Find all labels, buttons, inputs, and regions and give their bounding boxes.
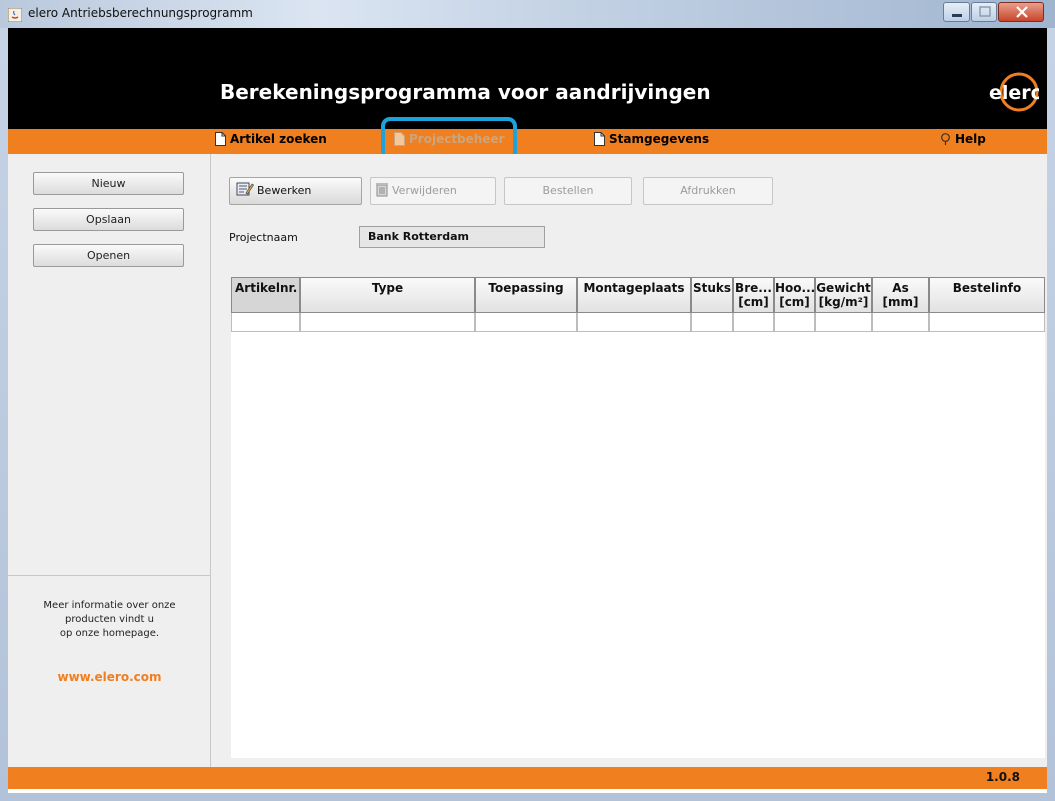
- nav-label: Artikel zoeken: [230, 132, 327, 146]
- column-header-label: Montageplaats: [583, 281, 685, 295]
- help-icon: [940, 133, 951, 149]
- application-window: elero Antriebsberechnungsprogramm Bereke…: [0, 0, 1055, 801]
- column-header-label: Artikelnr.: [235, 281, 298, 295]
- column-header-unit: [kg/m²]: [818, 295, 869, 309]
- java-app-icon: [7, 7, 23, 23]
- page-icon: [594, 132, 605, 149]
- table-cell[interactable]: [815, 313, 872, 332]
- version-label: 1.0.8: [985, 770, 1020, 784]
- homepage-info: Meer informatie over onze producten vind…: [8, 599, 211, 641]
- column-header-label: Stuks: [692, 281, 732, 295]
- elero-logo: elero: [987, 72, 1044, 116]
- website-link[interactable]: www.elero.com: [8, 670, 211, 684]
- page-icon: [215, 132, 226, 149]
- order-button[interactable]: Bestellen: [504, 177, 632, 205]
- project-panel: Bewerken Verwijderen Bestellen Afdrukken…: [211, 154, 1047, 767]
- column-header-unit: [mm]: [882, 295, 919, 309]
- delete-button[interactable]: Verwijderen: [370, 177, 496, 205]
- column-header-toepassing[interactable]: Toepassing: [475, 277, 577, 313]
- column-header-label: Bestelinfo: [952, 281, 1022, 295]
- table-cell[interactable]: [577, 313, 691, 332]
- column-header-type[interactable]: Type: [300, 277, 475, 313]
- column-header-unit: [cm]: [738, 295, 769, 309]
- nav-label: Projectbeheer: [409, 132, 505, 146]
- column-header-montageplaats[interactable]: Montageplaats: [577, 277, 691, 313]
- column-header-artikelnr[interactable]: Artikelnr.: [231, 277, 300, 313]
- column-header-as[interactable]: As [mm]: [872, 277, 929, 313]
- column-header-label: Gewicht: [816, 281, 871, 295]
- window-title: elero Antriebsberechnungsprogramm: [28, 6, 253, 20]
- column-header-label: Bre...: [735, 281, 772, 295]
- page-icon: [394, 132, 405, 149]
- column-header-breedte[interactable]: Bre... [cm]: [733, 277, 774, 313]
- delete-icon: [375, 181, 389, 207]
- title-bar[interactable]: elero Antriebsberechnungsprogramm: [0, 0, 1055, 28]
- main-nav: Artikel zoeken Projectbeheer Stamgegeven…: [8, 129, 1047, 154]
- nav-label: Help: [955, 132, 986, 146]
- sidebar-divider: [8, 575, 211, 576]
- table-cell[interactable]: [929, 313, 1045, 332]
- close-button[interactable]: [998, 2, 1044, 22]
- save-button[interactable]: Opslaan: [33, 208, 184, 231]
- column-header-label: Hoo...: [775, 281, 815, 295]
- maximize-button[interactable]: [971, 2, 997, 22]
- column-header-stuks[interactable]: Stuks: [691, 277, 733, 313]
- minimize-button[interactable]: [943, 2, 970, 22]
- column-header-label: As: [892, 281, 909, 295]
- table-header: Artikelnr. Type Toepassing Montageplaats…: [231, 277, 1045, 313]
- nav-artikel-zoeken[interactable]: Artikel zoeken: [215, 132, 327, 152]
- info-line: producten vindt u: [65, 614, 154, 625]
- project-name-field[interactable]: Bank Rotterdam: [359, 226, 545, 248]
- edit-icon: [236, 181, 255, 207]
- table-cell[interactable]: [774, 313, 815, 332]
- open-button[interactable]: Openen: [33, 244, 184, 267]
- edit-label: Bewerken: [257, 184, 312, 197]
- project-name-label: Projectnaam: [229, 231, 298, 244]
- app-title: Berekeningsprogramma voor aandrijvingen: [220, 80, 711, 104]
- table-cell[interactable]: [475, 313, 577, 332]
- sidebar: Nieuw Opslaan Openen Meer informatie ove…: [8, 154, 211, 767]
- column-header-bestelinfo[interactable]: Bestelinfo: [929, 277, 1045, 313]
- table-row[interactable]: [231, 313, 1045, 332]
- status-bar: 1.0.8: [8, 767, 1047, 789]
- nav-label: Stamgegevens: [609, 132, 710, 146]
- table-cell[interactable]: [231, 313, 300, 332]
- nav-projectbeheer[interactable]: Projectbeheer: [394, 132, 505, 152]
- table-cell[interactable]: [691, 313, 733, 332]
- svg-text:elero: elero: [989, 82, 1039, 104]
- app-header: Berekeningsprogramma voor aandrijvingen …: [8, 28, 1047, 129]
- client-area: Berekeningsprogramma voor aandrijvingen …: [8, 28, 1047, 793]
- column-header-gewicht[interactable]: Gewicht [kg/m²]: [815, 277, 872, 313]
- new-button[interactable]: Nieuw: [33, 172, 184, 195]
- table-cell[interactable]: [733, 313, 774, 332]
- delete-label: Verwijderen: [392, 184, 457, 197]
- edit-button[interactable]: Bewerken: [229, 177, 362, 205]
- table-cell[interactable]: [872, 313, 929, 332]
- column-header-unit: [cm]: [779, 295, 810, 309]
- column-header-label: Toepassing: [488, 281, 564, 295]
- column-header-label: Type: [371, 281, 404, 295]
- articles-table: Artikelnr. Type Toepassing Montageplaats…: [231, 277, 1045, 758]
- table-cell[interactable]: [300, 313, 475, 332]
- info-line: Meer informatie over onze: [43, 600, 176, 611]
- nav-help[interactable]: Help: [940, 132, 986, 152]
- print-button[interactable]: Afdrukken: [643, 177, 773, 205]
- nav-stamgegevens[interactable]: Stamgegevens: [594, 132, 709, 152]
- column-header-hoogte[interactable]: Hoo... [cm]: [774, 277, 815, 313]
- info-line: op onze homepage.: [59, 628, 160, 639]
